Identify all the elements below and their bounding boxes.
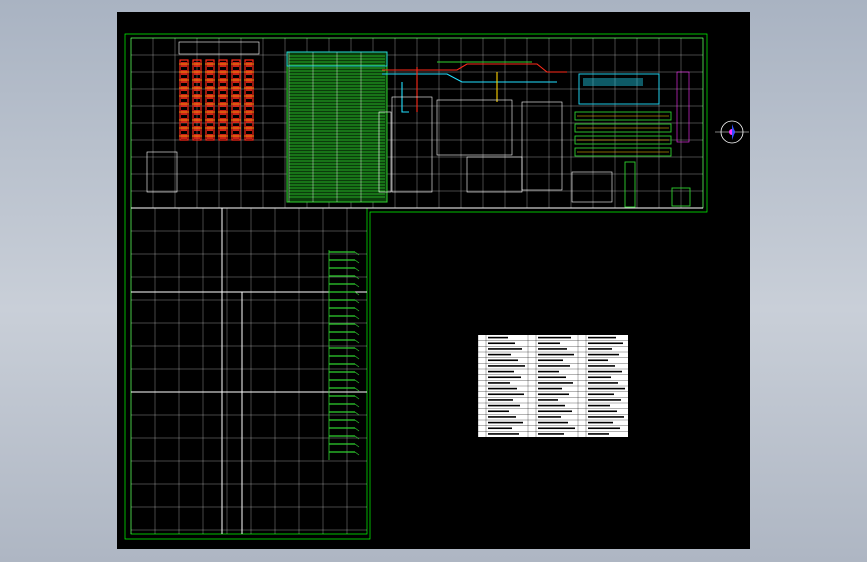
cad-floor-plan <box>124 33 749 540</box>
process-equipment-area <box>574 71 691 208</box>
green-rack-strip <box>328 250 360 460</box>
process-pipeline <box>382 61 567 113</box>
green-shelving-hall <box>286 51 388 203</box>
drawing-viewport[interactable] <box>117 12 750 549</box>
outer-border <box>124 33 708 540</box>
legend-table <box>477 335 628 437</box>
north-arrow-icon[interactable] <box>715 120 749 144</box>
